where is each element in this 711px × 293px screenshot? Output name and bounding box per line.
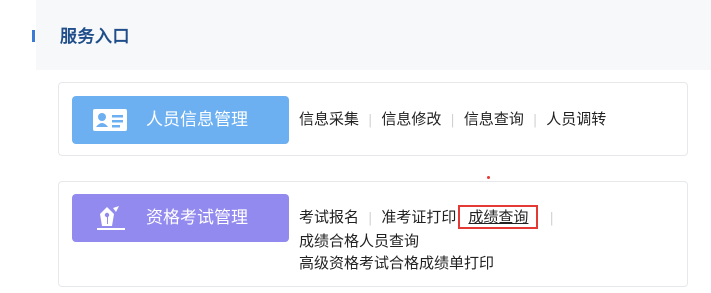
decorative-dot	[487, 176, 490, 179]
header-accent-bar	[32, 30, 35, 42]
link-exam-registration[interactable]: 考试报名	[299, 208, 359, 226]
section-header	[36, 0, 711, 70]
exam-management-module-button[interactable]: 资格考试管理	[72, 194, 289, 242]
module-label: 人员信息管理	[146, 110, 248, 130]
personnel-info-module-button[interactable]: 人员信息管理	[72, 96, 289, 144]
module-label: 资格考试管理	[146, 208, 248, 228]
module-card-exam: 资格考试管理 考试报名 | 准考证打印 成绩查询 | 成绩合格人员查询高级资格考试合格成绩…	[58, 181, 688, 287]
link-personnel-transfer[interactable]: 人员调转	[546, 110, 606, 128]
id-card-icon	[93, 109, 127, 131]
pen-nib-icon	[97, 206, 125, 230]
link-score-query[interactable]: 成绩查询	[468, 208, 528, 226]
separator: |	[368, 211, 373, 226]
separator: |	[532, 113, 538, 128]
separator: |	[549, 211, 554, 226]
separator: |	[368, 113, 373, 128]
personnel-links: 信息采集 | 信息修改 | 信息查询 | 人员调转	[299, 108, 606, 132]
link-info-modify[interactable]: 信息修改	[381, 110, 441, 128]
section-title: 服务入口	[60, 27, 130, 47]
highlight-box: 成绩查询	[458, 205, 539, 229]
link-info-collect[interactable]: 信息采集	[299, 110, 359, 128]
module-card-personnel: 人员信息管理 信息采集 | 信息修改 | 信息查询 | 人员调转	[58, 82, 688, 156]
link-senior-exam-certificate-print[interactable]: 高级资格考试合格成绩单打印	[299, 254, 494, 272]
link-admission-ticket-print[interactable]: 准考证打印	[381, 208, 456, 226]
link-qualified-personnel-query[interactable]: 成绩合格人员查询	[299, 232, 419, 250]
separator: |	[450, 113, 455, 128]
link-info-query[interactable]: 信息查询	[464, 110, 524, 128]
exam-links: 考试报名 | 准考证打印 成绩查询 | 成绩合格人员查询高级资格考试合格成绩单打印	[299, 205, 674, 274]
